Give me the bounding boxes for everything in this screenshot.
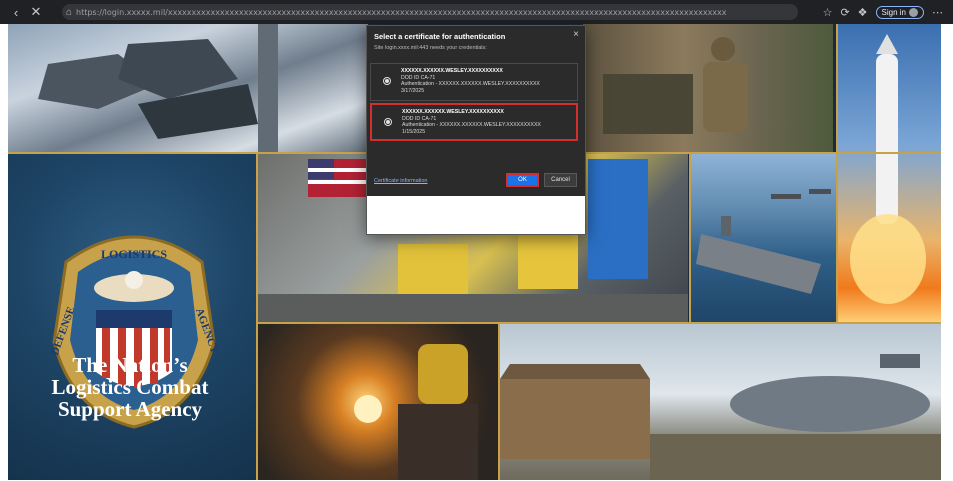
collage-divider: [256, 154, 258, 480]
agency-tagline: The Nation’s Logistics Combat Support Ag…: [30, 354, 230, 420]
dialog-title: Select a certificate for authentication: [374, 32, 506, 41]
browser-toolbar: ‹ ✕ ⌂ https://login.xxxxx.mil/xxxxxxxxxx…: [0, 0, 953, 24]
certificate-radio-icon[interactable]: [384, 118, 392, 126]
dialog-footer-area: [367, 196, 585, 234]
jet-silhouettes-icon: [38, 24, 278, 154]
welder-icon: [354, 344, 478, 480]
more-options-icon[interactable]: ⋯: [932, 6, 943, 19]
carrier-ship-icon: [696, 189, 831, 294]
welder-sparks-photo: [258, 324, 498, 480]
collage-divider: [689, 154, 691, 324]
certificate-option[interactable]: XXXXXX.XXXXXX.WESLEY.XXXXXXXXXX DOD ID C…: [370, 63, 578, 101]
sign-in-button[interactable]: Sign in: [875, 5, 924, 19]
c17-aircraft-troops-photo: [500, 324, 941, 480]
address-bar[interactable]: ⌂ https://login.xxxxx.mil/xxxxxxxxxxxxxx…: [62, 4, 798, 20]
agency-logo-panel: LOGISTICS DEFENSE AGENCY The Nation’s Lo…: [8, 154, 256, 480]
ok-button[interactable]: OK: [506, 173, 539, 187]
certificate-radio-icon[interactable]: [383, 77, 391, 85]
rocket-icon: [850, 34, 926, 304]
home-icon[interactable]: ⌂: [62, 7, 76, 18]
certificate-date: 3/17/2025: [401, 87, 425, 94]
tagline-line: Support Agency: [57, 397, 203, 421]
back-arrow-icon[interactable]: ‹: [6, 2, 26, 22]
seal-top-text: LOGISTICS: [101, 247, 167, 261]
collage-divider: [258, 322, 941, 324]
sign-in-label: Sign in: [881, 7, 906, 17]
fighter-jets-photo: [8, 24, 368, 154]
cancel-button[interactable]: Cancel: [544, 173, 577, 187]
rocket-launch-photo: [838, 24, 941, 324]
certificate-dialog: Select a certificate for authentication …: [366, 25, 586, 235]
dialog-close-icon[interactable]: ×: [573, 29, 579, 40]
certificate-option-selected[interactable]: XXXXXX.XXXXXX.WESLEY.XXXXXXXXXX DOD ID C…: [370, 103, 578, 141]
browser-actions: ☆ ⟳ ❖ Sign in ⋯: [823, 4, 943, 20]
soldier-silhouettes-icon: [603, 37, 748, 134]
tagline-line: Logistics Combat: [51, 375, 209, 399]
tagline-line: The Nation’s: [72, 353, 188, 377]
certificate-information-link[interactable]: Certificate information: [374, 178, 428, 184]
avatar-icon: [909, 7, 918, 17]
refresh-icon[interactable]: ⟳: [840, 6, 849, 19]
collage-divider: [836, 24, 838, 324]
collections-icon[interactable]: ❖: [858, 6, 868, 19]
url-text: https://login.xxxxx.mil/xxxxxxxxxxxxxxxx…: [76, 7, 727, 17]
certificate-date: 1/15/2025: [402, 128, 426, 135]
aircraft-carrier-photo: [691, 154, 838, 324]
close-icon[interactable]: ✕: [26, 2, 46, 22]
soldiers-field-photo: [583, 24, 833, 154]
dialog-subtitle: Site login.xxxx.mil:443 needs your crede…: [374, 45, 487, 51]
collage-divider: [498, 324, 500, 480]
favorite-star-icon[interactable]: ☆: [823, 6, 833, 19]
c17-aircraft-icon: [500, 354, 941, 480]
